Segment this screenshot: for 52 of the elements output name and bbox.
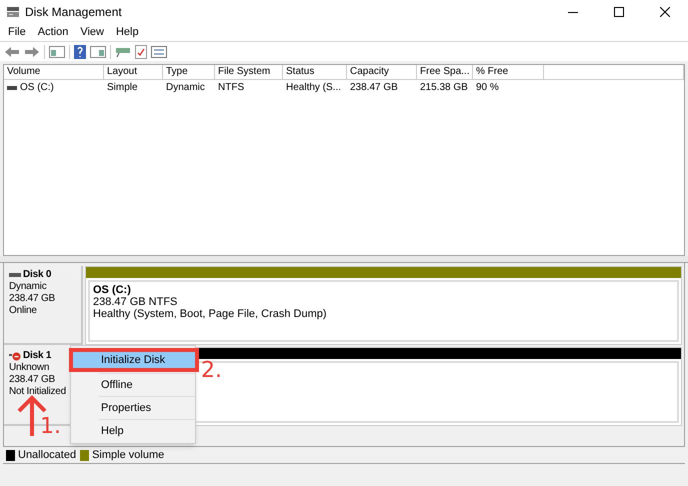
- disk-name: Disk 1: [23, 350, 52, 362]
- list-icon[interactable]: [151, 46, 167, 58]
- help-icon[interactable]: [74, 44, 86, 58]
- forward-arrow-icon[interactable]: [24, 46, 40, 58]
- table-cell-text: NTFS: [218, 81, 244, 95]
- table-cell-text: Simple: [107, 81, 138, 95]
- legend-label: Simple volume: [92, 448, 164, 463]
- column-header[interactable]: Type: [163, 65, 215, 79]
- maximize-icon: [614, 7, 624, 17]
- table-cell-text: Healthy (S...: [286, 81, 342, 95]
- column-header[interactable]: Capacity: [347, 65, 417, 79]
- back-arrow-icon[interactable]: [4, 46, 20, 58]
- partition-title: OS (C:): [93, 284, 132, 296]
- window-title: Disk Management: [25, 4, 122, 21]
- column-header[interactable]: % Free: [473, 65, 544, 79]
- app-icon: [6, 6, 20, 18]
- legend-label: Unallocated: [18, 448, 76, 463]
- table-cell-text: Dynamic: [166, 81, 205, 95]
- drive-icon[interactable]: [115, 46, 131, 58]
- disk-info: Not Initialized: [9, 386, 66, 398]
- panel-icon[interactable]: [49, 46, 65, 58]
- close-icon: [660, 7, 670, 17]
- splitter-bar[interactable]: [0, 256, 688, 263]
- checklist-icon[interactable]: [135, 44, 147, 58]
- column-header[interactable]: Free Spa...: [417, 65, 473, 79]
- partition-size: 238.47 GB NTFS: [93, 296, 178, 308]
- disk-name: Disk 0: [23, 269, 52, 281]
- disk-error-icon: [9, 352, 21, 360]
- menu-item[interactable]: File: [2, 24, 32, 41]
- menu-item[interactable]: Action: [32, 24, 74, 41]
- table-cell-text: OS (C:): [20, 81, 54, 95]
- column-header[interactable]: File System: [215, 65, 283, 79]
- menu-item[interactable]: Help: [110, 24, 145, 41]
- drive-icon: [7, 86, 17, 90]
- panel-icon[interactable]: [90, 46, 106, 58]
- disk-label-panel[interactable]: Disk 0 Dynamic 238.47 GB Online: [4, 266, 83, 345]
- disk-info: 238.47 GB: [9, 293, 56, 305]
- menu-item[interactable]: Initialize Disk: [69, 348, 199, 372]
- table-cell-text: 238.47 GB: [350, 81, 398, 95]
- step-label: 2.: [201, 360, 222, 382]
- disk-info: Dynamic: [9, 281, 46, 293]
- partition-status: Healthy (System, Boot, Page File, Crash Dump): [93, 308, 328, 320]
- disk-info: 238.47 GB: [9, 374, 56, 386]
- column-header[interactable]: Volume: [4, 65, 104, 79]
- menu-item[interactable]: View: [74, 24, 110, 41]
- partition-block[interactable]: OS (C:) 238.47 GB NTFS Healthy (System, Boot, Page File, Crash Dump): [85, 266, 682, 345]
- disk-info: Online: [9, 305, 37, 317]
- table-cell-text: 90 %: [476, 81, 499, 95]
- column-header[interactable]: Status: [283, 65, 347, 79]
- column-header[interactable]: Layout: [104, 65, 163, 79]
- table-cell-text: 215.38 GB: [420, 81, 468, 95]
- disk-info: Unknown: [9, 362, 50, 374]
